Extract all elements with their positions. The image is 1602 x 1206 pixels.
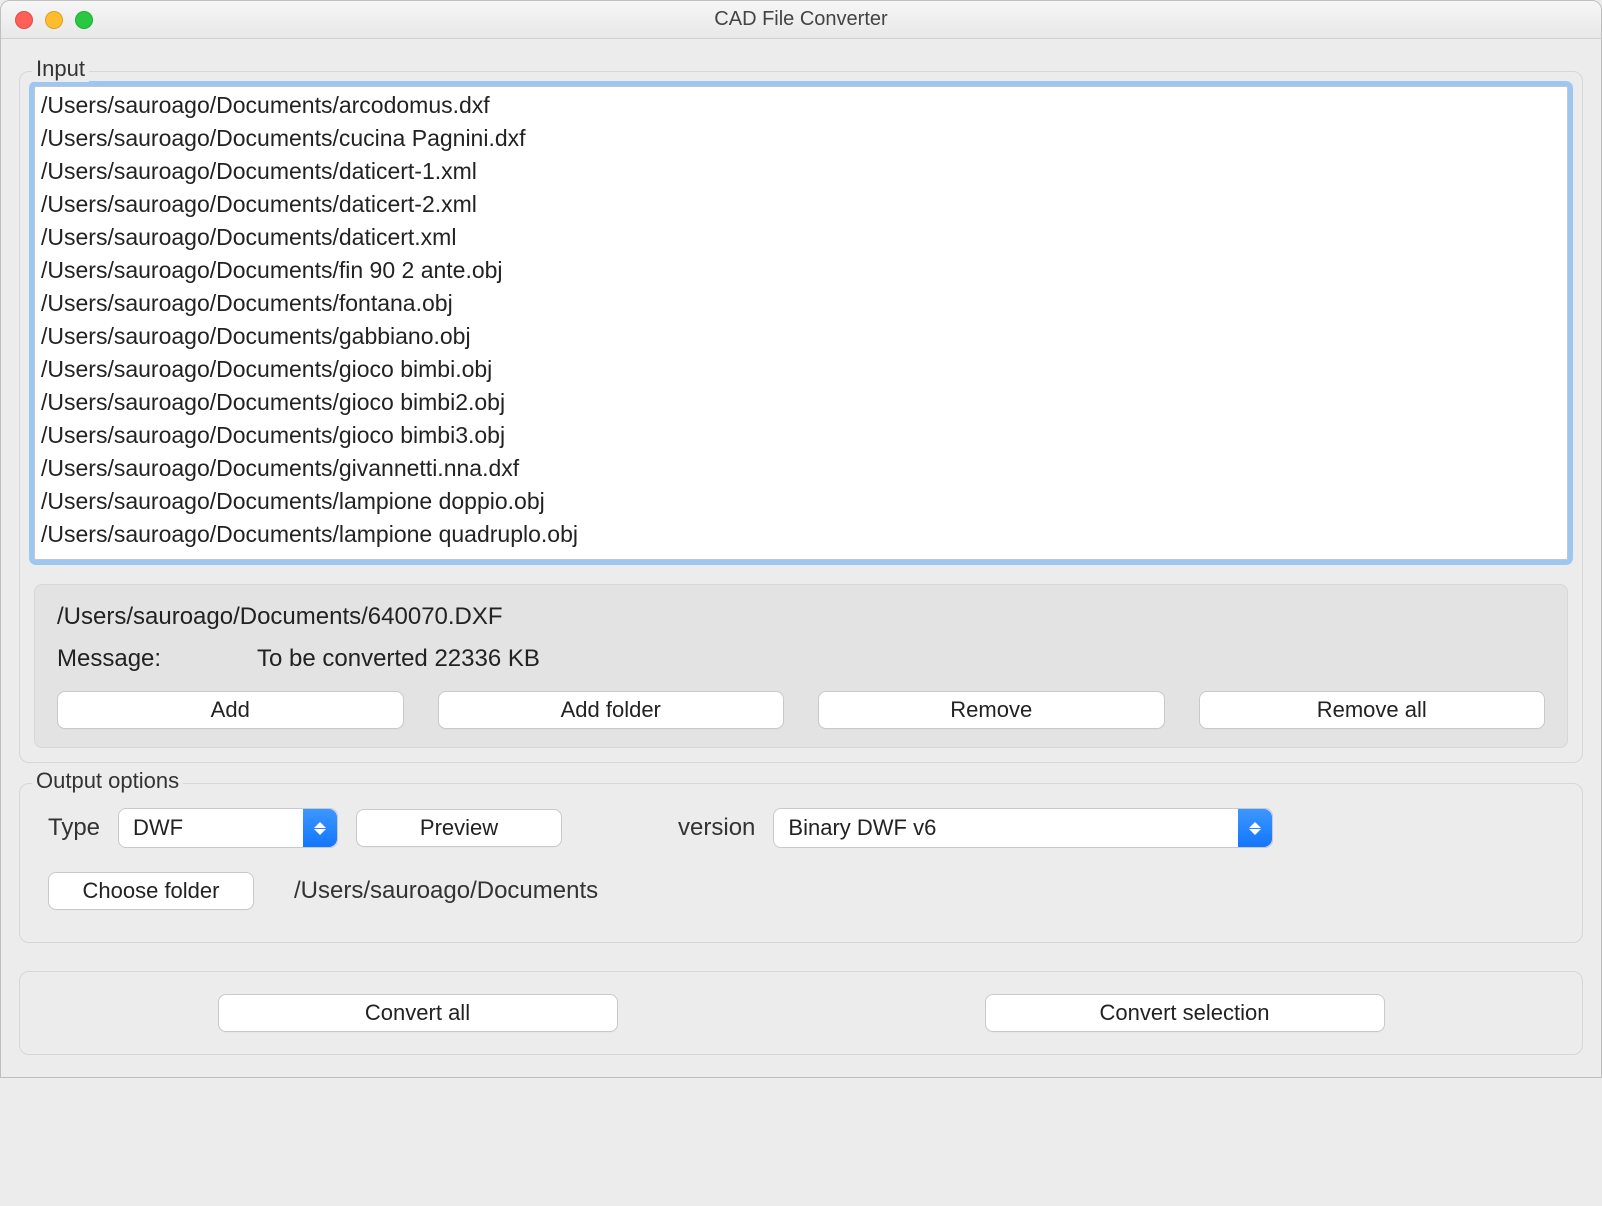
list-item[interactable]: /Users/sauroago/Documents/cucina Pagnini… <box>39 122 1563 155</box>
minimize-icon[interactable] <box>45 11 63 29</box>
add-folder-button[interactable]: Add folder <box>438 691 785 729</box>
add-button[interactable]: Add <box>57 691 404 729</box>
type-select[interactable]: DWF <box>118 808 338 848</box>
list-item[interactable]: /Users/sauroago/Documents/daticert.xml <box>39 221 1563 254</box>
list-item[interactable]: /Users/sauroago/Documents/gabbiano.obj <box>39 320 1563 353</box>
window-title: CAD File Converter <box>1 8 1601 31</box>
type-value: DWF <box>133 815 183 841</box>
app-window: CAD File Converter Input /Users/sauroago… <box>0 0 1602 1078</box>
chevron-updown-icon <box>1238 809 1272 847</box>
list-item[interactable]: /Users/sauroago/Documents/daticert-2.xml <box>39 188 1563 221</box>
convert-selection-button[interactable]: Convert selection <box>985 994 1385 1032</box>
list-item[interactable]: /Users/sauroago/Documents/fin 90 2 ante.… <box>39 254 1563 287</box>
version-label: version <box>678 814 755 842</box>
list-item[interactable]: /Users/sauroago/Documents/lampione quadr… <box>39 518 1563 551</box>
output-group-label: Output options <box>32 768 183 794</box>
input-group-label: Input <box>32 56 89 82</box>
zoom-icon[interactable] <box>75 11 93 29</box>
output-options-group: Output options Type DWF Preview version … <box>19 783 1583 943</box>
window-controls <box>15 11 93 29</box>
list-item[interactable]: /Users/sauroago/Documents/fontana.obj <box>39 287 1563 320</box>
type-label: Type <box>48 814 100 842</box>
output-row-1: Type DWF Preview version Binary DWF v6 <box>48 808 1554 848</box>
list-item[interactable]: /Users/sauroago/Documents/givannetti.nna… <box>39 452 1563 485</box>
version-value: Binary DWF v6 <box>788 815 936 841</box>
input-buttons: Add Add folder Remove Remove all <box>57 691 1545 729</box>
input-group: Input /Users/sauroago/Documents/arcodomu… <box>19 71 1583 763</box>
remove-all-button[interactable]: Remove all <box>1199 691 1546 729</box>
list-item[interactable]: /Users/sauroago/Documents/lampione doppi… <box>39 485 1563 518</box>
output-body: Type DWF Preview version Binary DWF v6 C… <box>34 798 1568 928</box>
message-value: To be converted 22336 KB <box>257 645 540 673</box>
message-row: Message: To be converted 22336 KB <box>57 645 1545 673</box>
list-item[interactable]: /Users/sauroago/Documents/daticert-1.xml <box>39 155 1563 188</box>
convert-all-button[interactable]: Convert all <box>218 994 618 1032</box>
message-label: Message: <box>57 645 257 673</box>
current-file: /Users/sauroago/Documents/640070.DXF <box>57 603 1545 631</box>
chevron-updown-icon <box>303 809 337 847</box>
file-list[interactable]: /Users/sauroago/Documents/arcodomus.dxf/… <box>34 86 1568 560</box>
list-item[interactable]: /Users/sauroago/Documents/gioco bimbi.ob… <box>39 353 1563 386</box>
list-item[interactable]: /Users/sauroago/Documents/arcodomus.dxf <box>39 89 1563 122</box>
status-panel: /Users/sauroago/Documents/640070.DXF Mes… <box>34 584 1568 748</box>
title-bar: CAD File Converter <box>1 1 1601 39</box>
remove-button[interactable]: Remove <box>818 691 1165 729</box>
list-item[interactable]: /Users/sauroago/Documents/gioco bimbi3.o… <box>39 419 1563 452</box>
preview-button[interactable]: Preview <box>356 809 562 847</box>
window-body: Input /Users/sauroago/Documents/arcodomu… <box>1 39 1601 1077</box>
choose-folder-button[interactable]: Choose folder <box>48 872 254 910</box>
close-icon[interactable] <box>15 11 33 29</box>
version-select[interactable]: Binary DWF v6 <box>773 808 1273 848</box>
list-item[interactable]: /Users/sauroago/Documents/gioco bimbi2.o… <box>39 386 1563 419</box>
convert-bar: Convert all Convert selection <box>19 971 1583 1055</box>
output-row-2: Choose folder /Users/sauroago/Documents <box>48 872 1554 910</box>
output-folder-path: /Users/sauroago/Documents <box>294 877 598 905</box>
